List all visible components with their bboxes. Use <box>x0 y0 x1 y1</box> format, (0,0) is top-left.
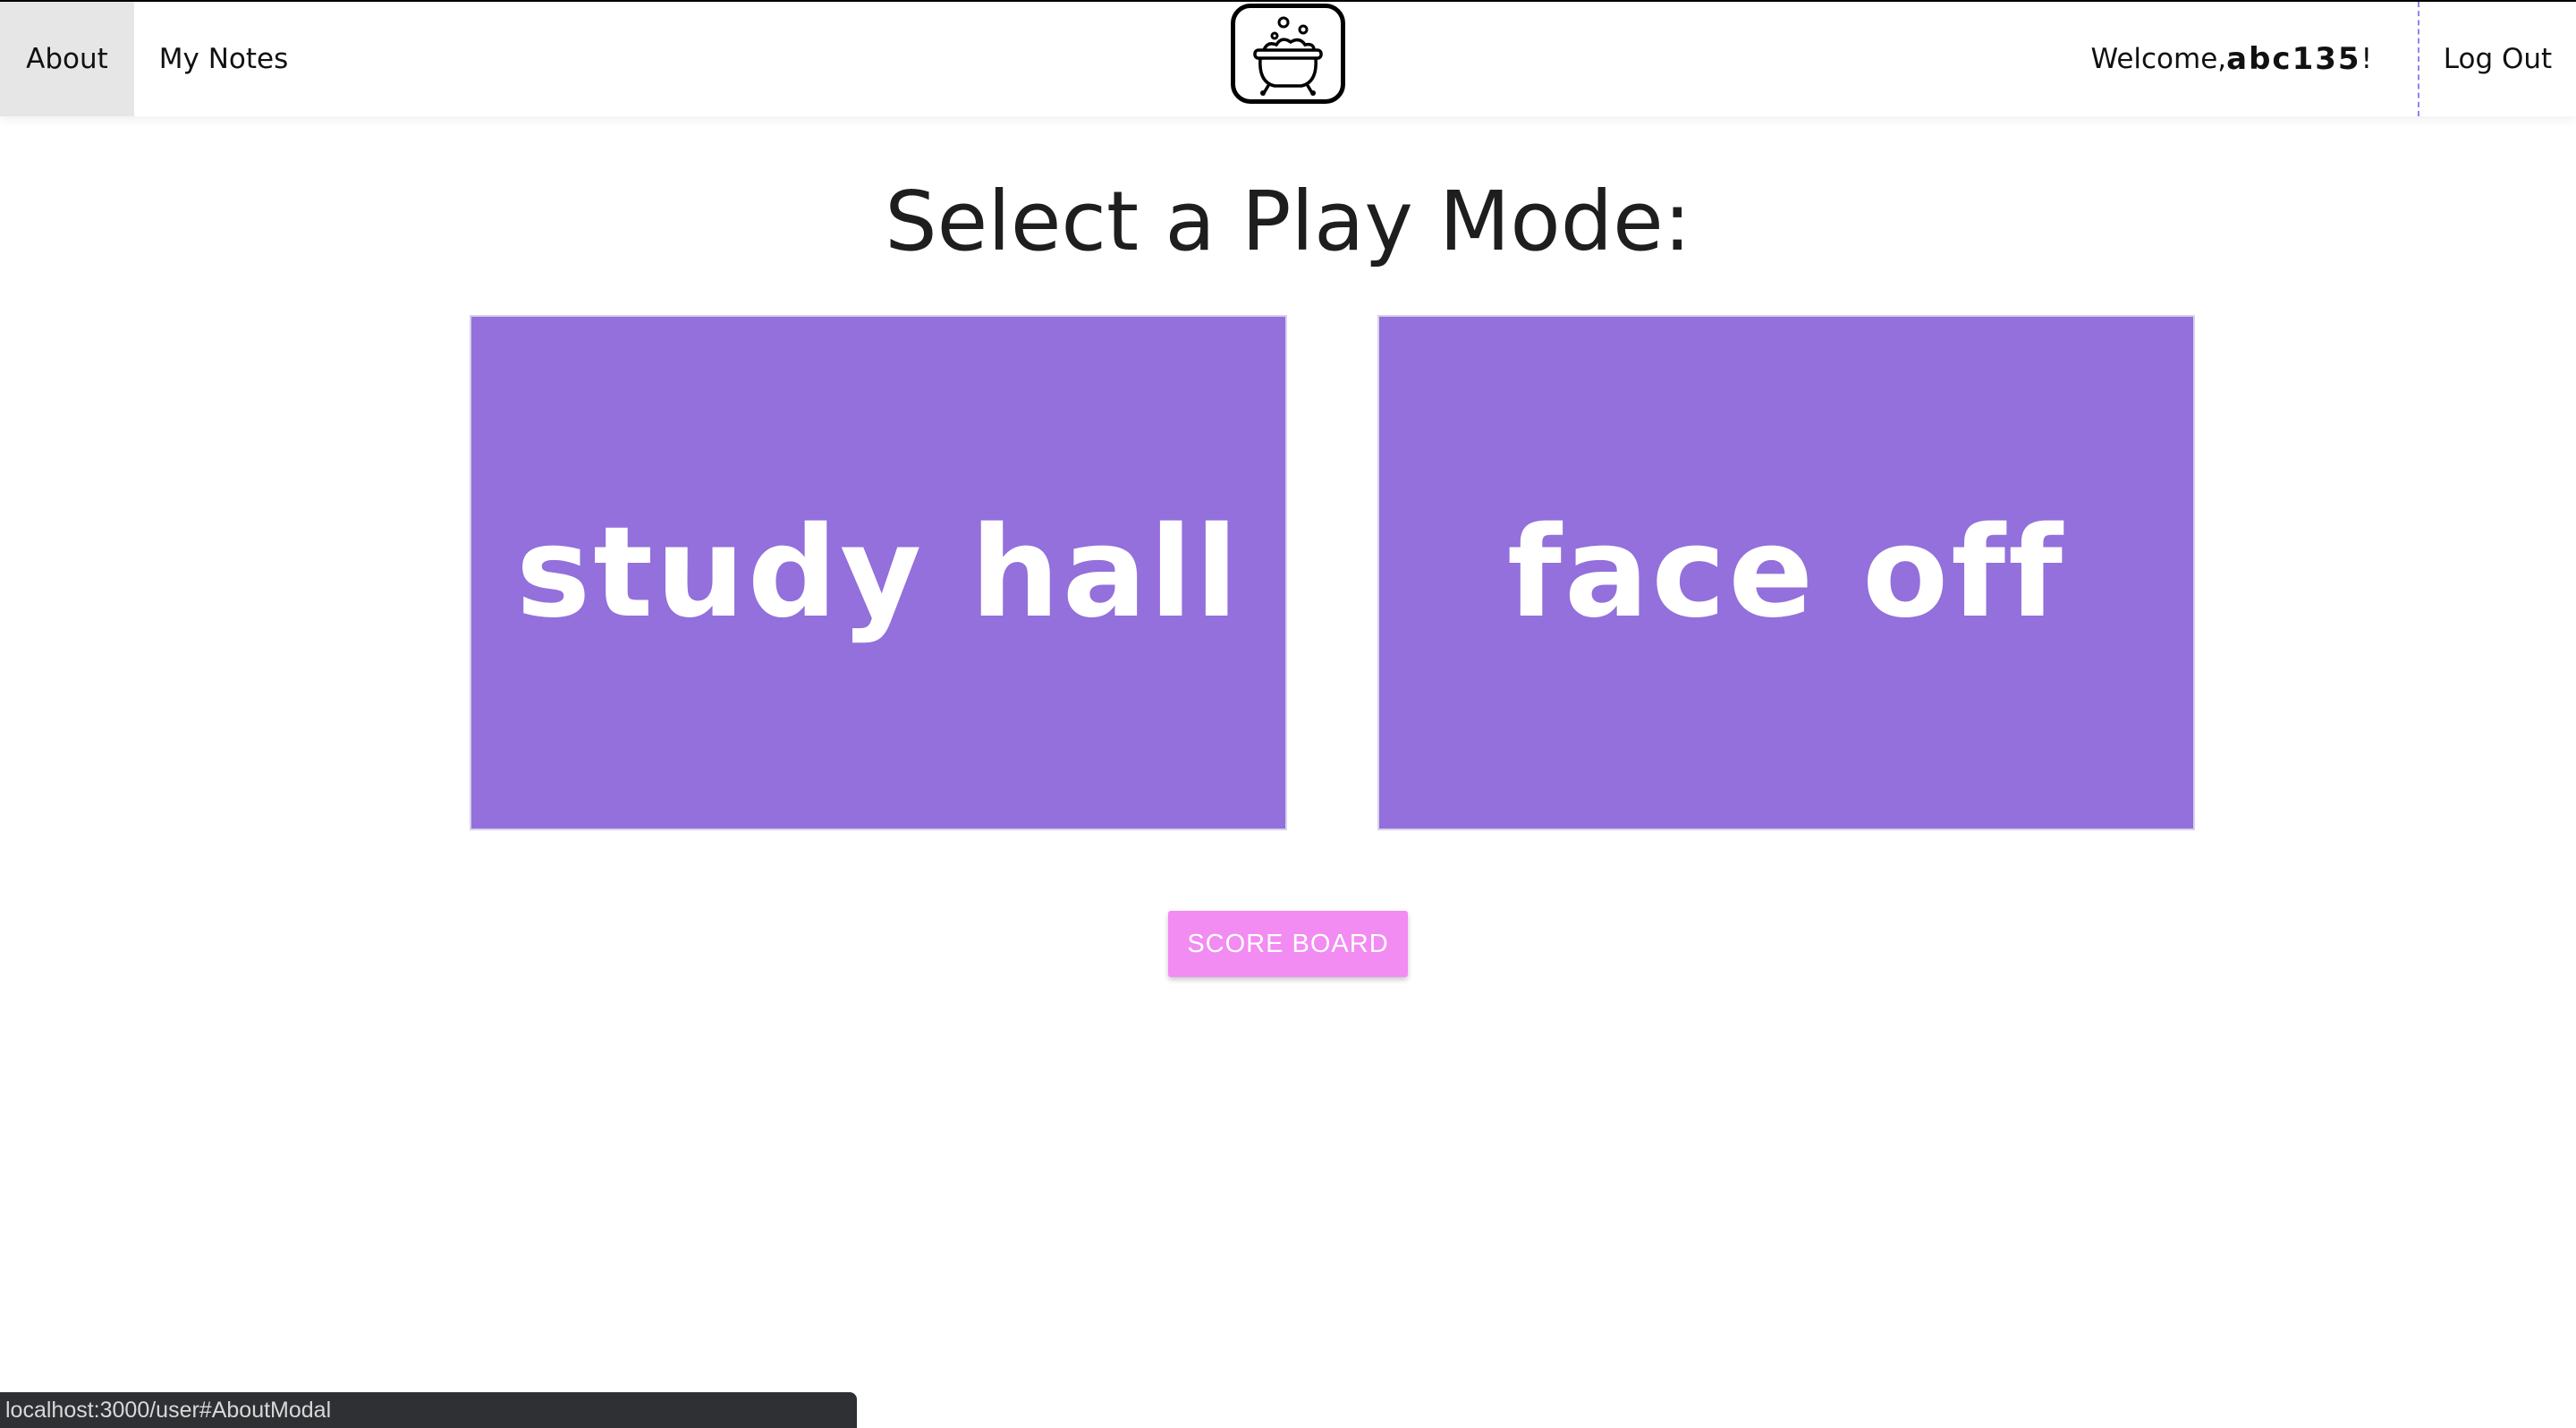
face-off-label: face off <box>1506 499 2066 646</box>
navbar: About My Notes Welcome, abc135 ! Log Out <box>0 2 2576 116</box>
home-logo[interactable] <box>1231 4 1345 104</box>
username: abc135 <box>2226 41 2361 77</box>
score-board-button[interactable]: SCORE BOARD <box>1168 911 1408 977</box>
status-url: localhost:3000/user#AboutModal <box>5 1397 332 1423</box>
study-hall-label: study hall <box>515 499 1241 646</box>
browser-status-bar: localhost:3000/user#AboutModal <box>0 1392 857 1428</box>
nav-my-notes-label: My Notes <box>158 43 289 75</box>
nav-about-link[interactable]: About <box>0 2 134 116</box>
face-off-mode-card[interactable]: face off <box>1377 315 2195 830</box>
logout-label: Log Out <box>2443 43 2553 75</box>
welcome-suffix: ! <box>2360 43 2372 75</box>
study-hall-mode-card[interactable]: study hall <box>470 315 1287 830</box>
welcome-message: Welcome, abc135 ! <box>2090 2 2372 116</box>
nav-my-notes-link[interactable]: My Notes <box>134 2 313 116</box>
cauldron-icon <box>1253 16 1323 96</box>
welcome-prefix: Welcome, <box>2090 43 2227 75</box>
page-title: Select a Play Mode: <box>885 174 1691 269</box>
nav-about-label: About <box>26 43 108 75</box>
logout-link[interactable]: Log Out <box>2419 2 2576 116</box>
